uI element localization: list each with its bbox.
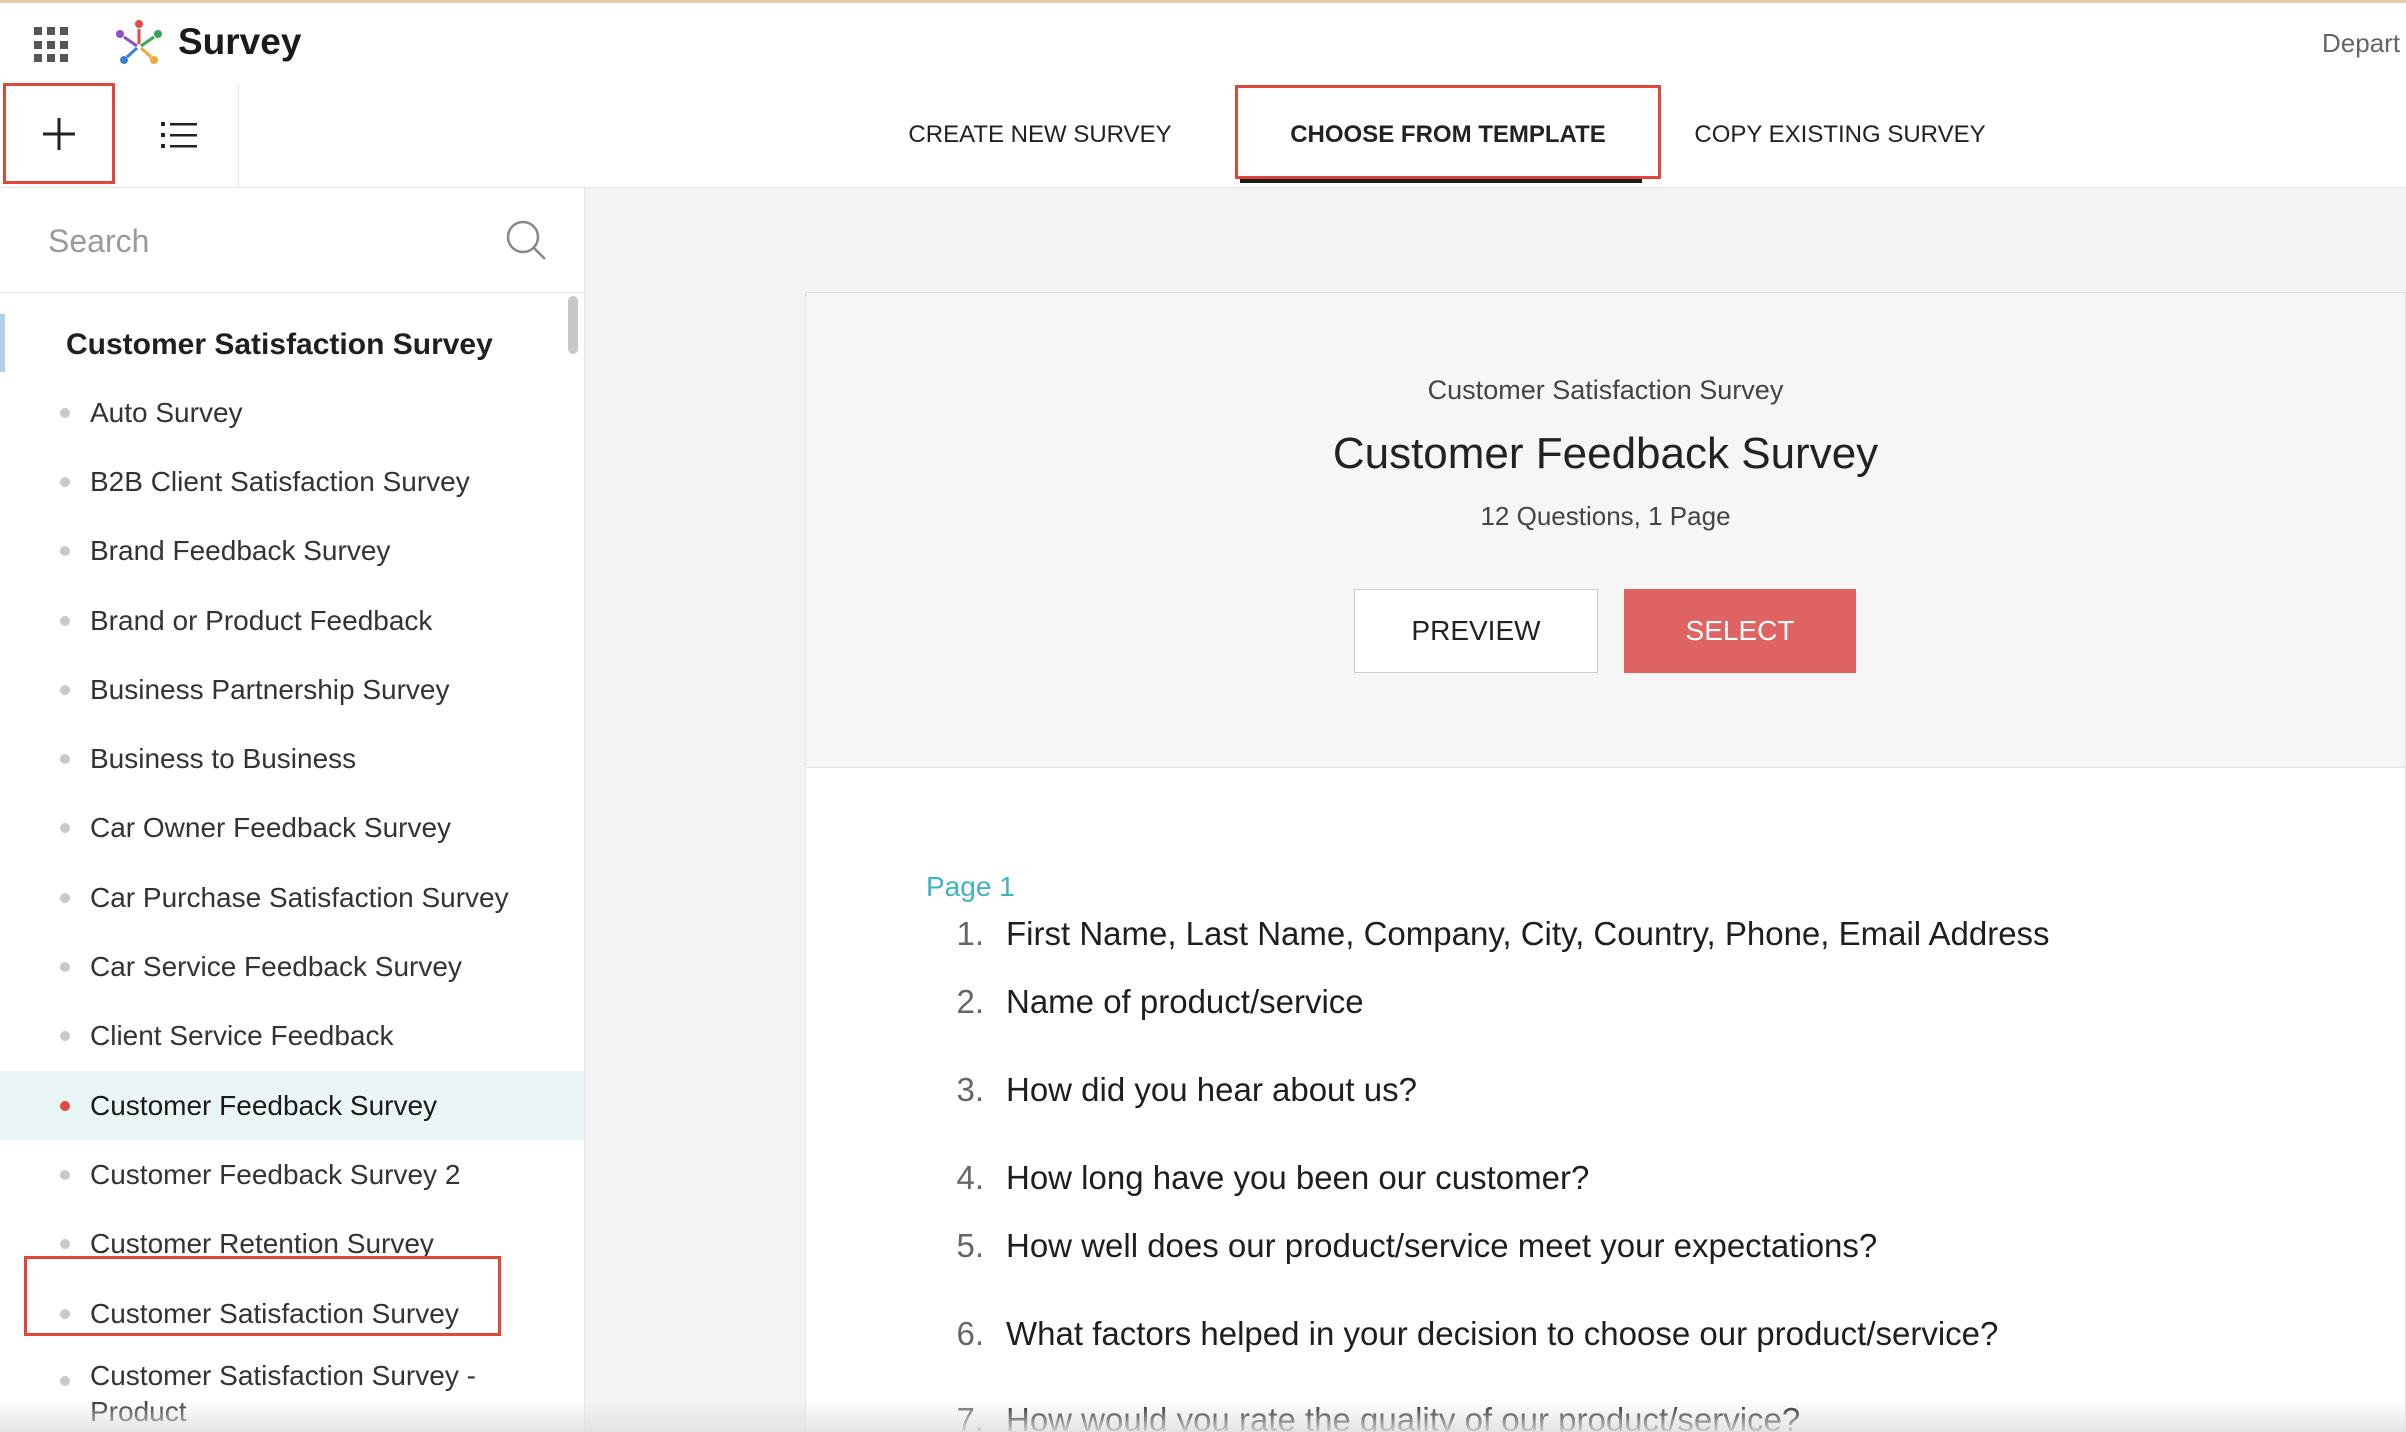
template-list: Auto Survey B2B Client Satisfaction Surv…: [0, 378, 584, 1427]
template-item-label: Customer Feedback Survey: [90, 1089, 438, 1121]
template-item-label: Customer Satisfaction Survey - Product: [90, 1360, 476, 1428]
plus-icon: [43, 117, 75, 150]
template-item[interactable]: Customer Retention Survey: [0, 1210, 584, 1279]
template-item[interactable]: Customer Satisfaction Survey: [0, 1279, 584, 1348]
active-tab-underline: [1240, 179, 1642, 183]
template-category: Customer Satisfaction Survey: [1427, 375, 1784, 405]
bullet-icon: [60, 892, 70, 903]
template-item-label: Car Purchase Satisfaction Survey: [90, 881, 509, 913]
template-item[interactable]: Car Owner Feedback Survey: [0, 794, 584, 863]
template-item-label: Customer Feedback Survey 2: [90, 1158, 461, 1190]
template-item-label: Brand Feedback Survey: [90, 535, 391, 567]
question-text: Name of product/service: [1006, 983, 1364, 1020]
question-number: 4.: [956, 1159, 984, 1196]
template-item-label: Business to Business: [90, 743, 357, 775]
tab-choose-from-template[interactable]: CHOOSE FROM TEMPLATE: [1236, 83, 1660, 187]
sidebar-scrollbar[interactable]: [568, 296, 578, 354]
bullet-icon: [60, 754, 70, 765]
survey-list-button[interactable]: [120, 83, 239, 187]
new-survey-button[interactable]: [3, 83, 115, 184]
template-group-title[interactable]: Customer Satisfaction Survey: [66, 328, 493, 362]
template-item-label: Auto Survey: [90, 396, 243, 428]
template-item-label: Customer Retention Survey: [90, 1228, 434, 1260]
template-preview-header: Customer Satisfaction Survey Customer Fe…: [806, 293, 2405, 768]
template-item-label: Business Partnership Survey: [90, 673, 450, 705]
template-title: Customer Feedback Survey: [1332, 429, 1879, 478]
template-item[interactable]: Auto Survey: [0, 378, 584, 447]
question-text: First Name, Last Name, Company, City, Co…: [1006, 915, 2050, 952]
question-number: 5.: [956, 1227, 984, 1264]
bullet-icon: [60, 1239, 70, 1250]
tab-create-new-survey[interactable]: CREATE NEW SURVEY: [880, 83, 1200, 187]
template-item-label: Car Owner Feedback Survey: [90, 812, 452, 844]
bullet-icon: [60, 1100, 70, 1111]
template-preview-area: Customer Satisfaction Survey Customer Fe…: [585, 188, 2406, 1432]
bullet-icon: [60, 476, 70, 487]
template-item[interactable]: B2B Client Satisfaction Survey: [0, 447, 584, 516]
bullet-icon: [60, 1376, 70, 1387]
bullet-icon: [60, 684, 70, 695]
question-text: How would you rate the quality of our pr…: [1006, 1401, 1801, 1432]
template-item-label: Brand or Product Feedback: [90, 604, 433, 636]
template-item[interactable]: Client Service Feedback: [0, 1002, 584, 1071]
question-number: 1.: [956, 915, 984, 952]
app-title: Survey: [178, 21, 302, 62]
question-number: 3.: [956, 1071, 984, 1108]
template-item-label: B2B Client Satisfaction Survey: [90, 465, 470, 497]
template-item[interactable]: Business to Business: [0, 724, 584, 793]
bullet-icon: [60, 407, 70, 418]
bullet-icon: [60, 1169, 70, 1180]
preview-button[interactable]: PREVIEW: [1354, 589, 1598, 673]
bullet-icon: [60, 1031, 70, 1042]
template-search-bar: [0, 188, 584, 293]
template-item[interactable]: Car Service Feedback Survey: [0, 932, 584, 1001]
survey-logo-icon: [116, 20, 162, 64]
template-search-input[interactable]: [46, 212, 490, 270]
template-item[interactable]: Brand or Product Feedback: [0, 586, 584, 655]
department-label[interactable]: Depart: [2322, 28, 2400, 59]
question-text: How long have you been our customer?: [1006, 1159, 1590, 1196]
select-button[interactable]: SELECT: [1624, 589, 1856, 673]
template-item-label: Customer Satisfaction Survey: [90, 1297, 459, 1329]
template-item-label: Car Service Feedback Survey: [90, 951, 462, 983]
bullet-icon: [60, 615, 70, 626]
bullet-icon: [60, 1308, 70, 1319]
template-sidebar: Customer Satisfaction Survey Auto Survey…: [0, 188, 585, 1432]
template-item-selected[interactable]: Customer Feedback Survey: [0, 1070, 584, 1141]
app-header: Survey Depart: [0, 3, 2406, 84]
template-preview-card: Customer Satisfaction Survey Customer Fe…: [805, 292, 2406, 1432]
template-item-label: Client Service Feedback: [90, 1020, 394, 1052]
search-icon[interactable]: [504, 218, 548, 262]
question-text: How well does our product/service meet y…: [1006, 1227, 1878, 1264]
question-text: How did you hear about us?: [1006, 1071, 1417, 1108]
bullet-icon: [60, 546, 70, 557]
question-number: 6.: [956, 1315, 984, 1352]
bullet-icon: [60, 823, 70, 834]
app-grid-icon[interactable]: [34, 27, 70, 63]
survey-toolbar: CREATE NEW SURVEY CHOOSE FROM TEMPLATE C…: [0, 83, 2406, 188]
list-icon: [161, 122, 197, 148]
question-number: 2.: [956, 983, 984, 1020]
page-label: Page 1: [926, 871, 1015, 902]
template-meta: 12 Questions, 1 Page: [1480, 501, 1731, 531]
template-item[interactable]: Business Partnership Survey: [0, 655, 584, 724]
template-item[interactable]: Customer Feedback Survey 2: [0, 1140, 584, 1209]
template-item[interactable]: Customer Satisfaction Survey - Product: [0, 1348, 584, 1427]
question-number: 7.: [956, 1401, 984, 1432]
template-item[interactable]: Brand Feedback Survey: [0, 517, 584, 586]
tab-copy-existing-survey[interactable]: COPY EXISTING SURVEY: [1680, 83, 2000, 187]
template-item[interactable]: Car Purchase Satisfaction Survey: [0, 863, 584, 932]
question-text: What factors helped in your decision to …: [1006, 1315, 1999, 1352]
bullet-icon: [60, 962, 70, 973]
group-accent-bar: [0, 314, 5, 372]
